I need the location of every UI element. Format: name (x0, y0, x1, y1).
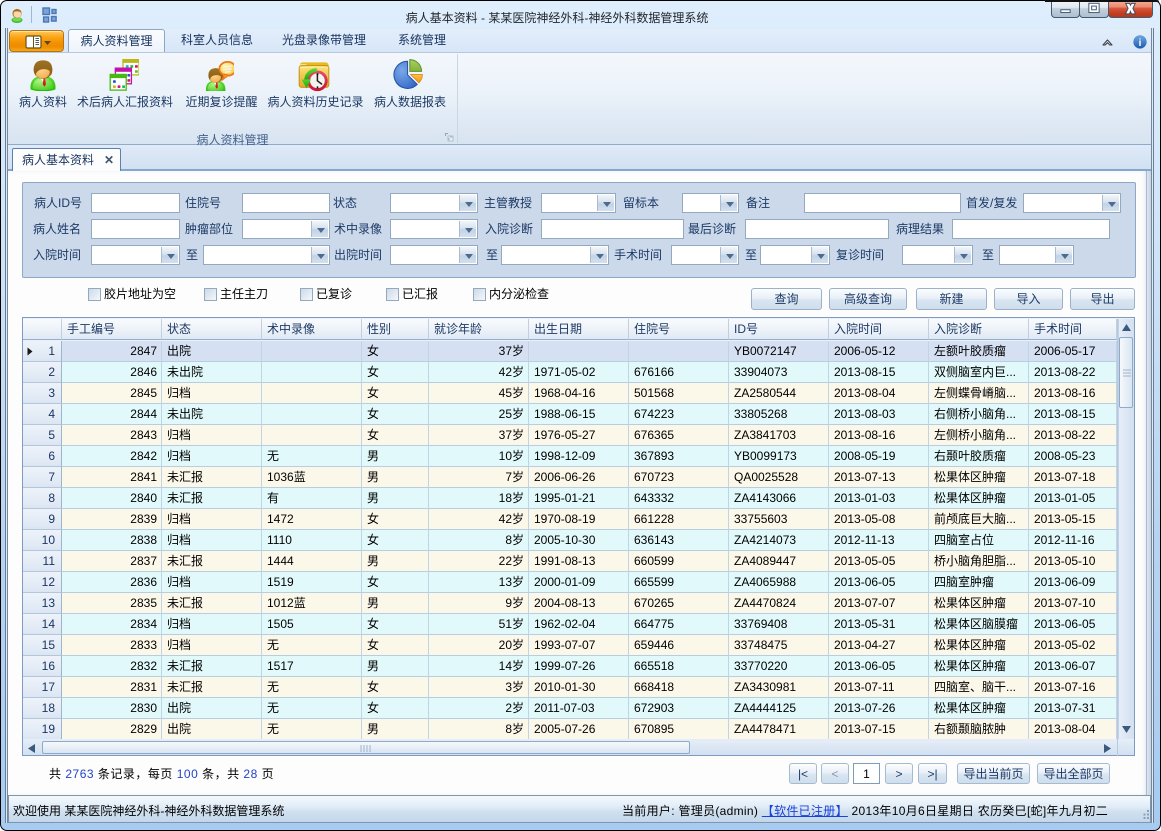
svg-text:i: i (1139, 38, 1142, 49)
